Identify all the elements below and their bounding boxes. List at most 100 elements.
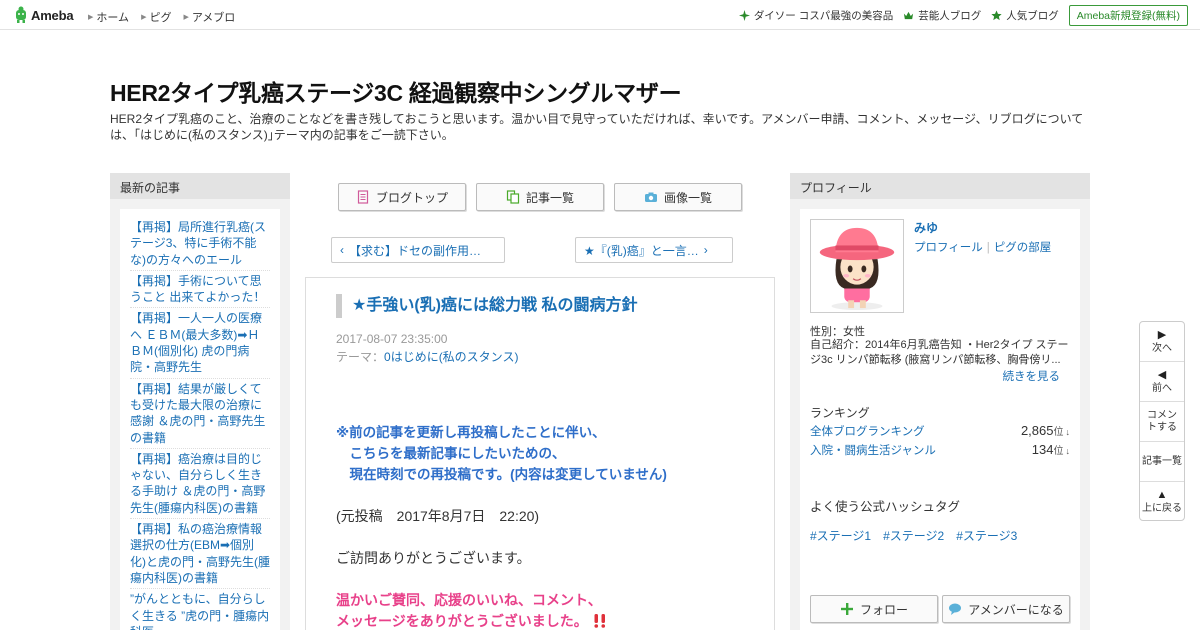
article-theme: テーマ：0はじめに(私のスタンス) (336, 348, 518, 365)
ranking-name[interactable]: 入院・闘病生活ジャンル (810, 442, 936, 458)
double-exclamation-icon (594, 613, 605, 628)
chevron-left-icon: ‹ (340, 243, 344, 257)
thanks-line: 温かいご賛同、応援のいいね、コメント、 (336, 591, 602, 608)
float-list-label: 記事一覧 (1142, 455, 1182, 467)
recent-article-item[interactable]: 【再掲】結果が厳しくても受けた最大限の治療に感謝 ＆虎の門・高野先生の書籍 (130, 379, 270, 449)
ranking-row: 入院・闘病生活ジャンル 134位 ↓ (810, 442, 1070, 458)
float-comment-button[interactable]: コメントする (1140, 402, 1184, 442)
logo-text: Ameba (31, 7, 74, 23)
prev-article-label: 【求む】ドセの副作用… (349, 243, 482, 258)
recent-article-item[interactable]: 【再掲】私の癌治療情報選択の仕方(EBM➡個別化)と虎の門・高野先生(腫瘍内科医… (130, 519, 270, 590)
article-date: 2017-08-07 23:35:00 (336, 332, 448, 346)
recent-articles-panel: 最新の記事 【再掲】局所進行乳癌(ステージ3、特に手術不能な)の方々へのエール … (110, 173, 290, 630)
profile-heading: プロフィール (790, 173, 1090, 199)
recent-article-item[interactable]: 【再掲】局所進行乳癌(ステージ3、特に手術不能な)の方々へのエール (130, 217, 270, 271)
nav-ameblo[interactable]: ▶ アメブロ (183, 9, 235, 25)
greeting-line: ご訪問ありがとうございます。 (336, 550, 531, 567)
signup-button[interactable]: Ameba新規登録(無料) (1068, 5, 1188, 26)
amember-button[interactable]: アメンバーになる (942, 595, 1070, 623)
floating-nav: ▶ 次へ ◀ 前へ コメントする 記事一覧 ▲ 上に戻る (1139, 321, 1185, 521)
original-post-line: (元投稿 2017年8月7日 22:20) (336, 508, 540, 525)
profile-link[interactable]: プロフィール (914, 242, 983, 254)
amember-label: アメンバーになる (968, 602, 1064, 617)
triangle-left-icon: ◀ (1157, 368, 1167, 381)
float-prev-label: 前へ (1152, 382, 1172, 394)
profile-name[interactable]: みゆ (914, 219, 938, 236)
nav-ameblo-label: アメブロ (191, 12, 236, 24)
ameba-logo[interactable]: Ameba (14, 6, 74, 24)
float-next-button[interactable]: ▶ 次へ (1140, 322, 1184, 362)
recent-article-item[interactable]: 【再掲】癌治療は目的じゃない、自分らしく生きる手助け ＆虎の門・高野先生(腫瘍内… (130, 449, 270, 520)
profile-gender: 性別：女性 (810, 326, 865, 338)
next-article-button[interactable]: ★『(乳)癌』と一言… › (575, 237, 733, 263)
theme-link[interactable]: 0はじめに(私のスタンス) (384, 350, 518, 364)
article-card: ★手強い(乳)癌には総力戦 私の闘病方針 2017-08-07 23:35:00… (305, 277, 775, 630)
hashtag-link[interactable]: #ステージ1 (810, 527, 871, 544)
hashtag-heading: よく使う公式ハッシュタグ (810, 500, 961, 514)
thanks-line: メッセージをありがとうございました。 (336, 611, 756, 630)
recent-article-item[interactable]: 【再掲】手術について思うこと 出来てよかった！ (130, 271, 270, 309)
image-list-button[interactable]: 画像一覧 (614, 183, 742, 211)
triangle-right-icon: ▶ (1157, 328, 1167, 341)
hashtag-link[interactable]: #ステージ2 (883, 527, 944, 544)
blog-top-label: ブログトップ (375, 190, 448, 205)
repost-note-line: 現在時刻での再投稿です。(内容は変更していません) (336, 466, 667, 482)
ranking-heading: ランキング (810, 406, 870, 420)
top-nav: ▶ ホーム ▶ ピグ ▶ アメブロ (88, 9, 247, 25)
daiso-link-label: ダイソー コスパ最強の美容品 (753, 10, 894, 22)
sparkle-icon (738, 10, 750, 21)
ameba-mascot-icon (16, 6, 26, 23)
hashtag-link[interactable]: #ステージ3 (956, 527, 1017, 544)
recent-articles-list: 【再掲】局所進行乳癌(ステージ3、特に手術不能な)の方々へのエール 【再掲】手術… (120, 209, 280, 630)
down-arrow-icon: ↓ (1065, 446, 1071, 456)
chat-bubble-icon (949, 603, 962, 615)
repost-note-line: ※前の記事を更新し再投稿したことに伴い、 (336, 425, 606, 440)
chevron-right-icon: › (703, 243, 708, 257)
avatar[interactable] (810, 219, 904, 313)
daiso-link[interactable]: ダイソー コスパ最強の美容品 (738, 8, 894, 23)
follow-button[interactable]: フォロー (810, 595, 938, 623)
nav-pigg[interactable]: ▶ ピグ (141, 9, 171, 25)
repost-note-line: こちらを最新記事にしたいための、 (336, 445, 566, 461)
popular-blog-link[interactable]: 人気ブログ (991, 8, 1059, 23)
float-comment-label: コメントする (1147, 409, 1177, 433)
ranking-unit: 位 (1053, 427, 1064, 438)
document-icon (357, 190, 369, 204)
image-list-label: 画像一覧 (663, 190, 712, 205)
celebrity-blog-label: 芸能人ブログ (918, 10, 982, 22)
float-prev-button[interactable]: ◀ 前へ (1140, 362, 1184, 402)
recent-article-item[interactable]: 【再掲】一人一人の医療へ ＥＢＭ(最大多数)➡ＨＢＭ(個別化) 虎の門病院・高野… (130, 308, 270, 379)
triangle-up-icon: ▲ (1156, 489, 1168, 501)
header-right-links: ダイソー コスパ最強の美容品 芸能人ブログ 人気ブログ Ameba新規登録(無料… (738, 5, 1188, 26)
blog-top-button[interactable]: ブログトップ (338, 183, 466, 211)
float-list-button[interactable]: 記事一覧 (1140, 442, 1184, 482)
recent-articles-heading: 最新の記事 (110, 173, 290, 199)
plus-icon (840, 603, 853, 615)
follow-label: フォロー (859, 602, 908, 617)
popular-blog-label: 人気ブログ (1006, 10, 1059, 22)
nav-pigg-label: ピグ (149, 12, 172, 24)
pigg-room-link[interactable]: ピグの部屋 (994, 242, 1052, 254)
theme-label: テーマ： (336, 350, 385, 364)
recent-article-item[interactable]: ”がんとともに、自分らしく生きる ”虎の門・腫瘍内科医 (130, 589, 270, 630)
blog-title[interactable]: HER2タイプ乳癌ステージ3C 経過観察中シングルマザー (110, 74, 682, 108)
profile-links: プロフィール | ピグの部屋 (914, 239, 1051, 255)
article-list-button[interactable]: 記事一覧 (476, 183, 604, 211)
float-top-button[interactable]: ▲ 上に戻る (1140, 482, 1184, 522)
star-icon (991, 10, 1002, 21)
float-top-label: 上に戻る (1142, 503, 1182, 514)
ranking-value: 134 (1031, 442, 1054, 457)
article-list-label: 記事一覧 (525, 190, 574, 205)
down-arrow-icon: ↓ (1065, 427, 1071, 437)
blog-description: HER2タイプ乳癌のこと、治療のことなどを書き残しておこうと思います。温かい目で… (110, 112, 1084, 142)
celebrity-blog-link[interactable]: 芸能人ブログ (903, 8, 981, 23)
top-header: Ameba ▶ ホーム ▶ ピグ ▶ アメブロ ダイソー コスパ最強の美容品 芸能人ブ… (0, 0, 1200, 30)
nav-home[interactable]: ▶ ホーム (88, 9, 129, 25)
avatar-girl-hat-icon (819, 227, 895, 311)
article-title[interactable]: ★手強い(乳)癌には総力戦 私の闘病方針 (336, 294, 637, 318)
ranking-name[interactable]: 全体ブログランキング (810, 423, 925, 439)
ranking-row: 全体ブログランキング 2,865位 ↓ (810, 423, 1070, 439)
prev-article-button[interactable]: ‹ 【求む】ドセの副作用… (331, 237, 505, 263)
read-more-link[interactable]: 続きを見る (1003, 368, 1061, 384)
camera-icon (644, 192, 657, 202)
